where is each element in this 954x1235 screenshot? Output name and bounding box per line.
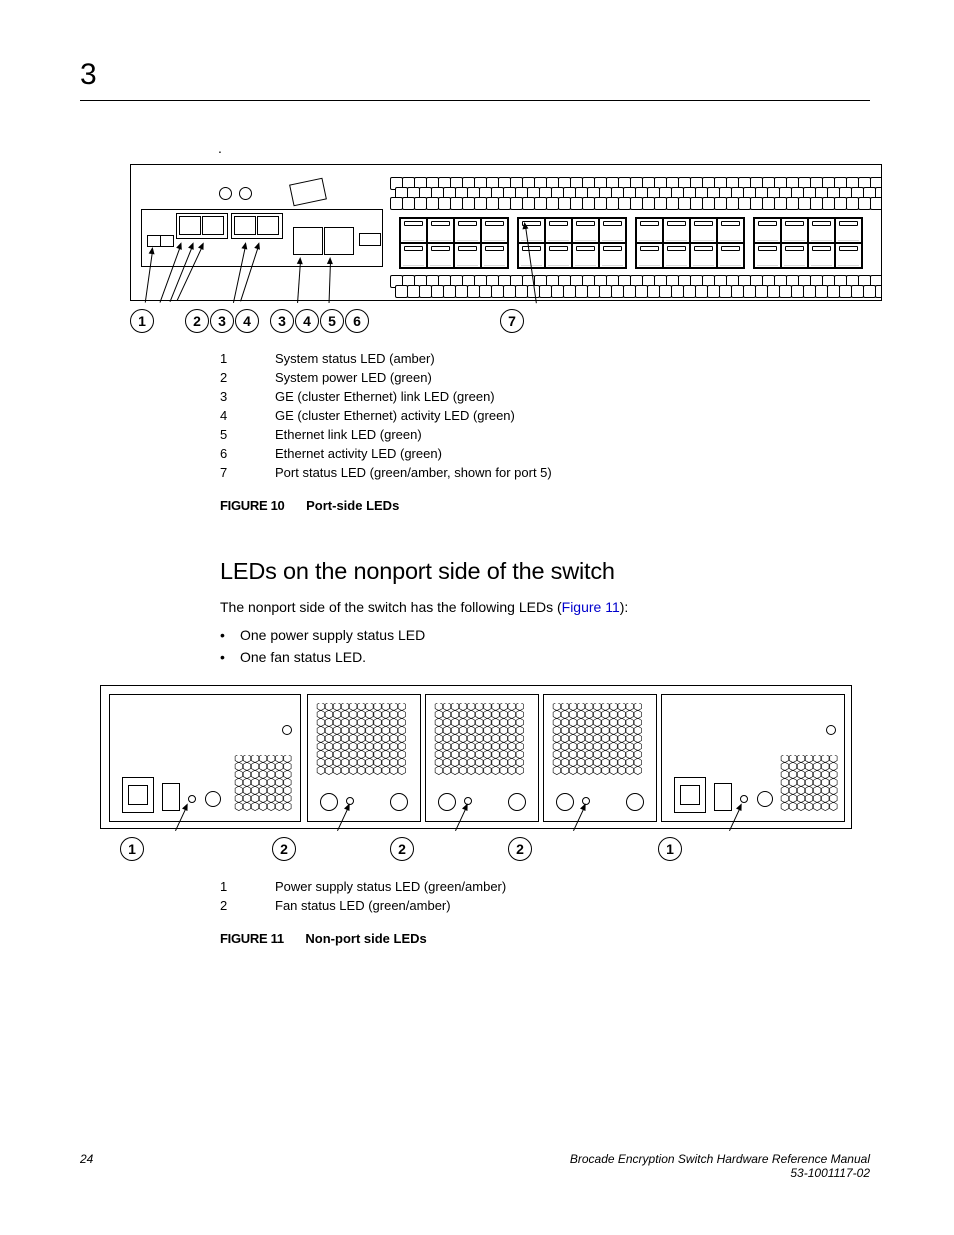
- callout-1: 1: [130, 309, 154, 333]
- page-content: . for(var i=0;i<48;i++)document.write('<…: [100, 140, 855, 946]
- legend-num: 5: [220, 427, 275, 442]
- footer-docnum: 53-1001117-02: [790, 1166, 870, 1180]
- callout-3: 3: [210, 309, 234, 333]
- callout-2b: 2: [390, 837, 414, 861]
- list-item: One power supply status LED: [220, 627, 855, 643]
- para-text: ):: [620, 599, 629, 615]
- section-paragraph: The nonport side of the switch has the f…: [220, 597, 855, 617]
- figure-11-callouts: 1 2 2 2 1: [100, 829, 850, 869]
- figure-label: FIGURE 11: [220, 931, 284, 946]
- legend-text: Fan status LED (green/amber): [275, 898, 451, 913]
- legend-num: 7: [220, 465, 275, 480]
- figure-10-diagram: for(var i=0;i<48;i++)document.write('<sp…: [130, 164, 882, 301]
- chapter-number: 3: [80, 58, 97, 92]
- figure-title: Port-side LEDs: [306, 498, 399, 513]
- para-text: The nonport side of the switch has the f…: [220, 599, 562, 615]
- figure-11-link[interactable]: Figure 11: [562, 599, 620, 615]
- legend-text: Ethernet link LED (green): [275, 427, 422, 442]
- legend-text: Port status LED (green/amber, shown for …: [275, 465, 552, 480]
- callout-2: 2: [185, 309, 209, 333]
- legend-num: 4: [220, 408, 275, 423]
- callout-2c: 2: [508, 837, 532, 861]
- legend-text: System power LED (green): [275, 370, 432, 385]
- header-rule: [80, 100, 870, 101]
- footer-title: Brocade Encryption Switch Hardware Refer…: [570, 1152, 870, 1166]
- legend-num: 2: [220, 370, 275, 385]
- callout-4: 4: [235, 309, 259, 333]
- legend-text: GE (cluster Ethernet) activity LED (gree…: [275, 408, 515, 423]
- page-footer: 24 Brocade Encryption Switch Hardware Re…: [80, 1152, 870, 1180]
- legend-num: 6: [220, 446, 275, 461]
- figure-title: Non-port side LEDs: [305, 931, 426, 946]
- bullet-list: One power supply status LED One fan stat…: [220, 627, 855, 665]
- figure-11-caption: FIGURE 11 Non-port side LEDs: [220, 931, 855, 946]
- page-number: 24: [80, 1152, 93, 1166]
- figure-10-caption: FIGURE 10 Port-side LEDs: [220, 498, 855, 513]
- legend-num: 1: [220, 351, 275, 366]
- figure-10-legend: 1System status LED (amber) 2System power…: [220, 351, 855, 480]
- callout-4b: 4: [295, 309, 319, 333]
- figure-label: FIGURE 10: [220, 498, 284, 513]
- callout-2: 2: [272, 837, 296, 861]
- callout-5: 5: [320, 309, 344, 333]
- section-heading: LEDs on the nonport side of the switch: [220, 558, 855, 585]
- legend-num: 3: [220, 389, 275, 404]
- legend-text: GE (cluster Ethernet) link LED (green): [275, 389, 495, 404]
- callout-1b: 1: [658, 837, 682, 861]
- callout-3b: 3: [270, 309, 294, 333]
- stray-period: .: [218, 140, 855, 156]
- callout-1: 1: [120, 837, 144, 861]
- figure-10-callouts: 1 2 3 4 3 4 5 6 7: [130, 301, 880, 341]
- legend-num: 2: [220, 898, 275, 913]
- legend-text: Power supply status LED (green/amber): [275, 879, 506, 894]
- legend-num: 1: [220, 879, 275, 894]
- callout-6: 6: [345, 309, 369, 333]
- list-item: One fan status LED.: [220, 649, 855, 665]
- legend-text: System status LED (amber): [275, 351, 435, 366]
- callout-7: 7: [500, 309, 524, 333]
- legend-text: Ethernet activity LED (green): [275, 446, 442, 461]
- figure-11-legend: 1Power supply status LED (green/amber) 2…: [220, 879, 855, 913]
